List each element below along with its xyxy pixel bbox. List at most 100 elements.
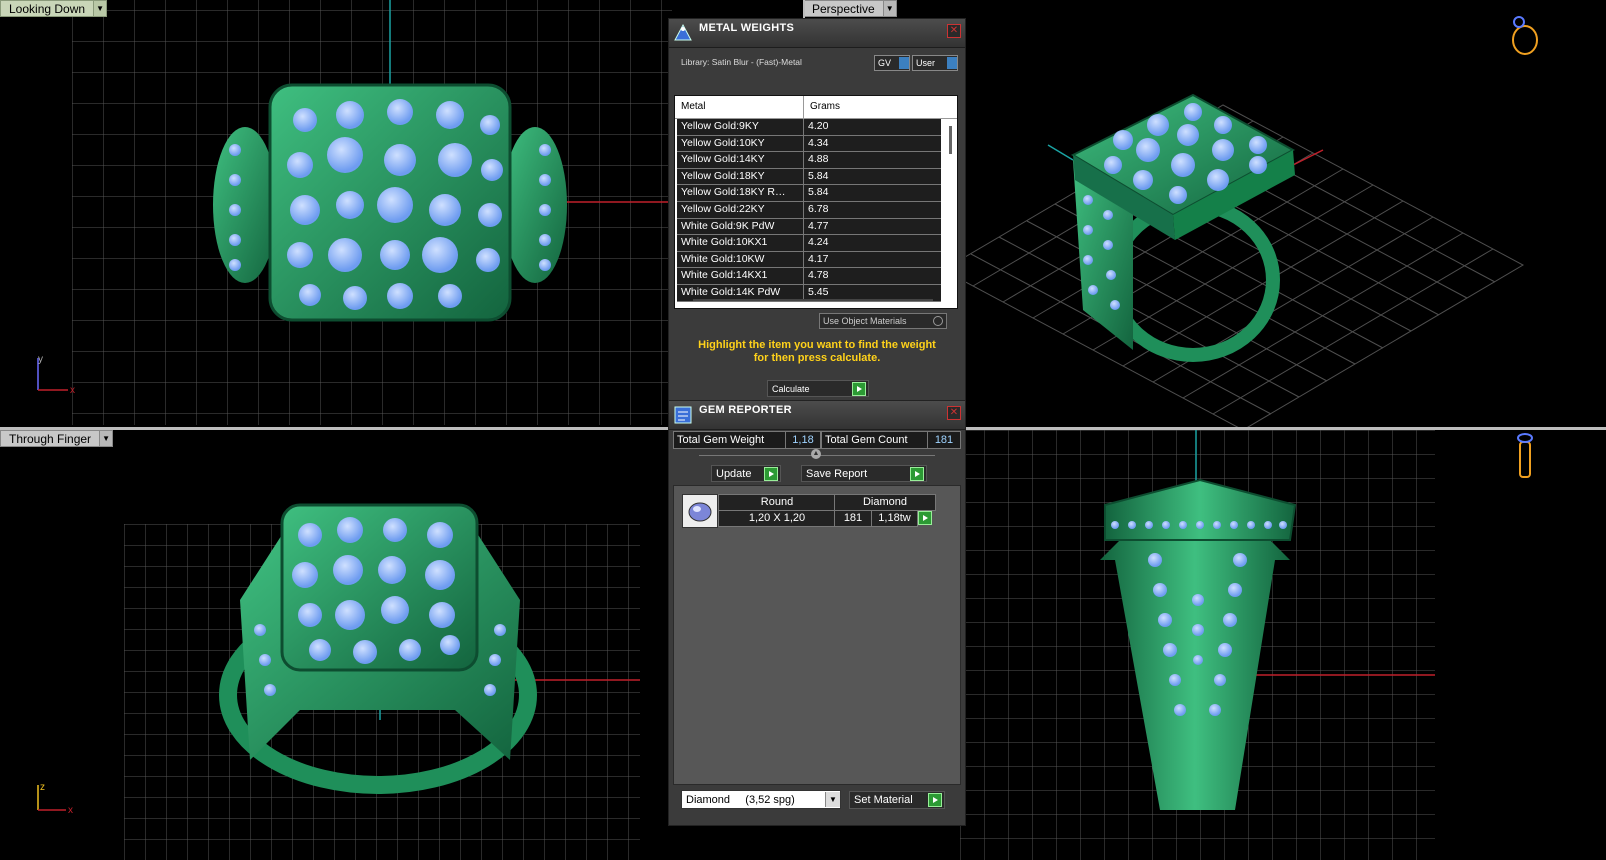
- grams-cell: 5.84: [808, 169, 829, 182]
- gem-list-item[interactable]: Round Diamond 1,20 X 1,20 181 1,18tw: [682, 494, 936, 528]
- metal-weights-panel[interactable]: METAL WEIGHTS ✕ Library: Satin Blur - (F…: [668, 18, 966, 404]
- use-object-materials-label: Use Object Materials: [823, 316, 907, 326]
- scale-icon: [674, 23, 692, 41]
- metal-cell: White Gold:14KX1: [677, 268, 804, 284]
- grid-side: [960, 430, 1533, 860]
- play-icon: [852, 381, 866, 396]
- viewport-looking-down[interactable]: y x Looking Down ▼: [0, 0, 783, 427]
- grams-cell: 4.34: [808, 136, 829, 149]
- save-report-label: Save Report: [806, 467, 868, 480]
- material-select[interactable]: Diamond (3,52 spg) ▼: [681, 790, 841, 809]
- viewport-label-perspective[interactable]: Perspective ▼: [803, 0, 897, 17]
- gem-count-cell: 181: [834, 510, 872, 527]
- metal-weights-titlebar[interactable]: METAL WEIGHTS ✕: [669, 19, 965, 48]
- hint-line-1: Highlight the item you want to find the …: [698, 339, 936, 351]
- viewport-label-looking-down[interactable]: Looking Down ▼: [0, 0, 108, 17]
- table-row[interactable]: White Gold:10KW 4.17: [677, 251, 941, 269]
- total-gem-count: Total Gem Count 181: [821, 431, 961, 449]
- total-gem-weight-label: Total Gem Weight: [677, 434, 765, 446]
- horizontal-scrollbar[interactable]: [693, 299, 933, 301]
- metal-cell: Yellow Gold:22KY: [677, 201, 804, 218]
- metal-cell: White Gold:10KW: [677, 251, 804, 268]
- report-icon: [674, 406, 692, 424]
- total-gem-weight: Total Gem Weight 1,18: [673, 431, 821, 449]
- viewport-through-finger[interactable]: z x Through Finger ▼: [0, 430, 668, 860]
- table-body: Yellow Gold:9KY 4.20 Yellow Gold:10KY 4.34 Y…: [675, 119, 957, 302]
- gv-toggle[interactable]: GV: [874, 55, 910, 71]
- grams-cell: 4.77: [808, 219, 829, 232]
- gem-list[interactable]: Round Diamond 1,20 X 1,20 181 1,18tw: [673, 485, 961, 785]
- column-header-grams[interactable]: Grams: [804, 96, 957, 118]
- table-row[interactable]: Yellow Gold:18KY R… 5.84: [677, 185, 941, 202]
- calculate-label: Calculate: [772, 383, 810, 394]
- viewport-label-through-finger[interactable]: Through Finger ▼: [0, 430, 114, 447]
- gem-weight-cell: 1,18tw: [871, 510, 918, 527]
- panel-title: METAL WEIGHTS: [699, 22, 795, 34]
- radio-icon: [933, 316, 943, 326]
- table-row[interactable]: White Gold:9K PdW 4.77: [677, 218, 941, 236]
- collapse-icon[interactable]: ▲: [811, 449, 821, 459]
- calculate-button[interactable]: Calculate: [767, 380, 869, 397]
- user-toggle-icon: [947, 57, 957, 69]
- gv-label: GV: [878, 58, 892, 68]
- viewport-side[interactable]: [940, 430, 1606, 860]
- chevron-down-icon[interactable]: ▼: [825, 792, 840, 807]
- gem-reporter-panel[interactable]: GEM REPORTER ✕ Total Gem Weight 1,18 Tot…: [668, 400, 966, 826]
- gem-select-button[interactable]: [918, 511, 932, 525]
- table-header: Metal Grams: [675, 96, 957, 119]
- table-row[interactable]: Yellow Gold:14KY 4.88: [677, 152, 941, 169]
- vertical-scrollbar[interactable]: [949, 126, 952, 154]
- grams-cell: 4.17: [808, 252, 829, 265]
- material-select-value: Diamond (3,52 spg): [686, 793, 795, 806]
- viewport-label-text: Perspective: [803, 0, 884, 17]
- gem-shape-cell: Round: [718, 494, 836, 511]
- grid-looking-down: y x: [37, 0, 672, 425]
- dropdown-arrow-icon[interactable]: ▼: [94, 0, 108, 17]
- user-label: User: [916, 58, 936, 68]
- dropdown-arrow-icon[interactable]: ▼: [883, 0, 897, 17]
- close-icon[interactable]: ✕: [947, 406, 961, 420]
- save-report-button[interactable]: Save Report: [801, 465, 927, 482]
- play-icon: [928, 793, 942, 807]
- column-header-metal[interactable]: Metal: [675, 96, 804, 118]
- round-gem-icon: [688, 502, 712, 522]
- user-toggle[interactable]: User: [912, 55, 958, 71]
- viewport-label-text: Through Finger: [0, 430, 101, 447]
- metal-cell: Yellow Gold:10KY: [677, 135, 804, 152]
- metal-cell: Yellow Gold:18KY: [677, 168, 804, 185]
- close-icon[interactable]: ✕: [947, 24, 961, 38]
- total-gem-weight-value: 1,18: [785, 432, 820, 448]
- metal-weights-table[interactable]: Metal Grams Yellow Gold:9KY 4.20 Yellow Go…: [674, 95, 958, 309]
- grams-cell: 4.24: [808, 236, 829, 249]
- use-object-materials-toggle[interactable]: Use Object Materials: [819, 313, 947, 329]
- dropdown-arrow-icon[interactable]: ▼: [100, 430, 114, 447]
- grid-through-finger: z x: [37, 503, 640, 860]
- finger-view-icon: [1517, 433, 1533, 478]
- grams-cell: 5.84: [808, 186, 829, 199]
- grams-cell: 4.88: [808, 153, 829, 166]
- axis-x-label: x: [68, 805, 73, 816]
- metal-cell: Yellow Gold:9KY: [677, 119, 804, 135]
- total-gem-count-label: Total Gem Count: [825, 434, 908, 446]
- table-row[interactable]: Yellow Gold:10KY 4.34: [677, 135, 941, 153]
- gem-reporter-titlebar[interactable]: GEM REPORTER ✕: [669, 401, 965, 430]
- table-row[interactable]: White Gold:10KX1 4.24: [677, 235, 941, 252]
- play-icon: [764, 466, 778, 481]
- panel-title: GEM REPORTER: [699, 404, 792, 416]
- gv-toggle-icon: [899, 57, 909, 69]
- table-row[interactable]: White Gold:14KX1 4.78: [677, 268, 941, 285]
- grams-cell: 4.78: [808, 269, 829, 282]
- table-row[interactable]: Yellow Gold:18KY 5.84: [677, 168, 941, 186]
- table-row[interactable]: Yellow Gold:22KY 6.78: [677, 201, 941, 219]
- ring-view-icon: [1512, 16, 1538, 55]
- metal-cell: Yellow Gold:18KY R…: [677, 185, 804, 201]
- update-button[interactable]: Update: [711, 465, 781, 482]
- set-material-label: Set Material: [854, 794, 913, 806]
- set-material-button[interactable]: Set Material: [849, 791, 945, 809]
- table-row[interactable]: Yellow Gold:9KY 4.20: [677, 119, 941, 136]
- gem-size-cell: 1,20 X 1,20: [718, 510, 836, 527]
- hint-line-2: for then press calculate.: [753, 352, 881, 364]
- play-icon: [910, 466, 924, 481]
- axis-x-label: x: [70, 385, 75, 396]
- metal-cell: Yellow Gold:14KY: [677, 152, 804, 168]
